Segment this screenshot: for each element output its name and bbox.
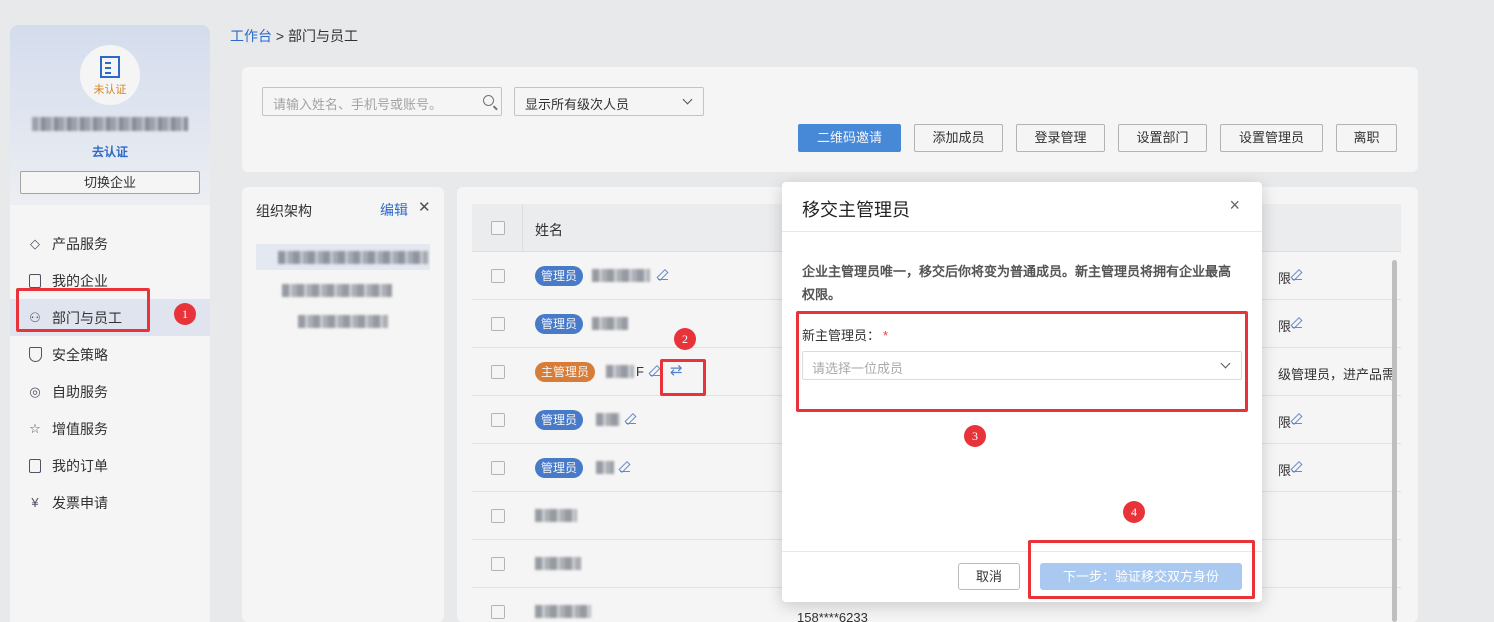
annotation-box-2 — [660, 359, 706, 396]
annotation-box-1 — [16, 288, 150, 332]
dialog-title: 移交主管理员 — [802, 200, 910, 220]
annotation-marker-4: 4 — [1123, 501, 1145, 523]
annotation-marker-2: 2 — [674, 328, 696, 350]
annotation-marker-3: 3 — [964, 425, 986, 447]
close-icon[interactable]: × — [1229, 195, 1240, 216]
cancel-button[interactable]: 取消 — [958, 563, 1020, 590]
annotation-box-3 — [796, 311, 1248, 412]
modal-overlay — [0, 0, 1494, 622]
divider — [782, 231, 1262, 232]
annotation-box-4 — [1028, 540, 1255, 599]
dialog-description: 企业主管理员唯一，移交后你将变为普通成员。新主管理员将拥有企业最高权限。 — [802, 264, 1232, 302]
annotation-marker-1: 1 — [174, 303, 196, 325]
